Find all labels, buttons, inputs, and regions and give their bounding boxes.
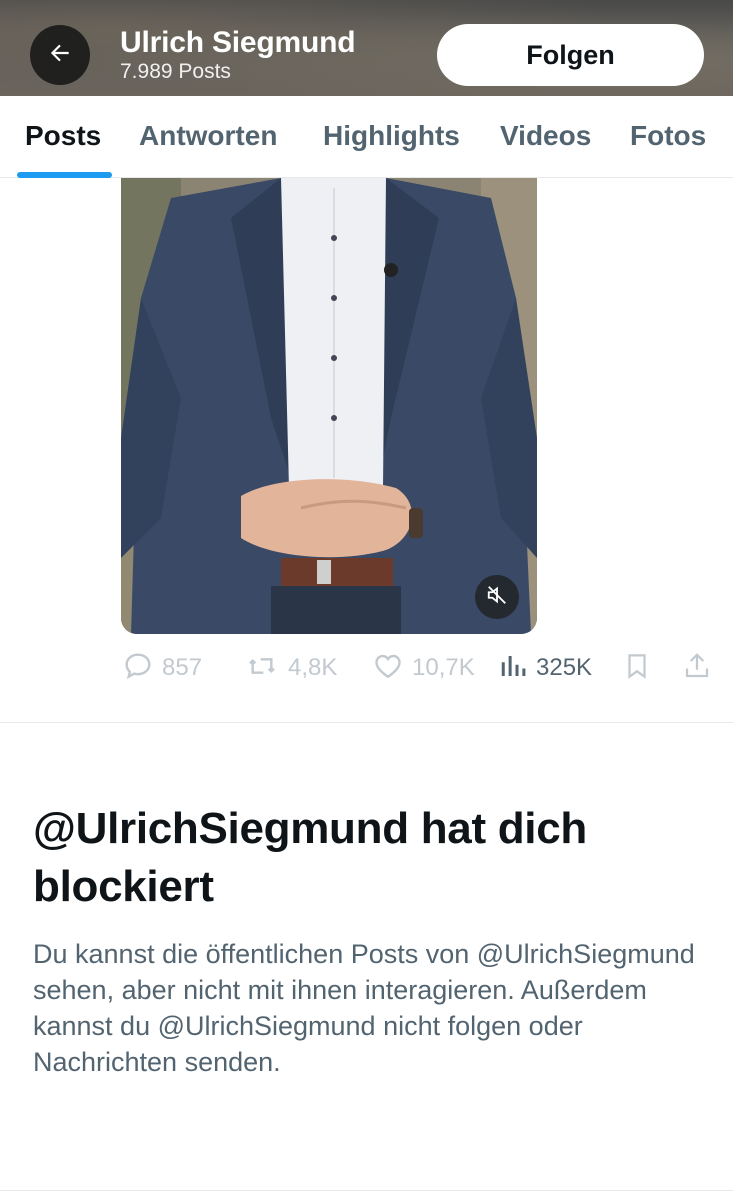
tab-highlights[interactable]: Highlights bbox=[323, 120, 460, 152]
active-tab-indicator bbox=[17, 172, 112, 178]
mute-button[interactable] bbox=[475, 575, 519, 619]
divider bbox=[0, 1190, 733, 1191]
heart-icon bbox=[372, 650, 404, 687]
repost-count: 4,8K bbox=[288, 654, 338, 681]
post-video[interactable] bbox=[121, 178, 537, 634]
mute-icon bbox=[486, 584, 508, 611]
repost-icon bbox=[244, 650, 280, 687]
profile-header: Ulrich Siegmund 7.989 Posts Folgen bbox=[0, 0, 733, 96]
profile-name: Ulrich Siegmund bbox=[120, 26, 356, 59]
bookmark-icon bbox=[622, 650, 652, 687]
profile-tabs: Posts Antworten Highlights Videos Fotos bbox=[0, 96, 733, 178]
share-action[interactable] bbox=[682, 646, 712, 690]
back-button[interactable] bbox=[30, 25, 90, 85]
views-chart-icon bbox=[498, 650, 528, 687]
divider bbox=[0, 722, 733, 723]
tab-antworten[interactable]: Antworten bbox=[139, 120, 277, 152]
blocked-description: Du kannst die öffentlichen Posts von @Ul… bbox=[33, 939, 695, 1077]
arrow-left-icon bbox=[47, 40, 73, 71]
share-icon bbox=[682, 650, 712, 687]
views-action[interactable]: 325K bbox=[498, 646, 592, 690]
reply-icon bbox=[122, 650, 154, 687]
tab-videos[interactable]: Videos bbox=[500, 120, 591, 152]
follow-button[interactable]: Folgen bbox=[437, 24, 704, 86]
tab-fotos[interactable]: Fotos bbox=[630, 120, 706, 152]
reply-action[interactable]: 857 bbox=[122, 646, 202, 690]
blocked-title: @UlrichSiegmund hat dich blockiert bbox=[33, 804, 587, 911]
reply-count: 857 bbox=[162, 654, 203, 681]
views-count: 325K bbox=[536, 654, 593, 681]
repost-action[interactable]: 4,8K bbox=[244, 646, 337, 690]
like-count: 10,7K bbox=[412, 654, 475, 681]
post-actions: 857 4,8K 10,7K 325K bbox=[0, 646, 733, 690]
tab-posts[interactable]: Posts bbox=[25, 120, 101, 152]
bookmark-action[interactable] bbox=[622, 646, 652, 690]
like-action[interactable]: 10,7K bbox=[372, 646, 475, 690]
post-count: 7.989 Posts bbox=[120, 60, 231, 83]
